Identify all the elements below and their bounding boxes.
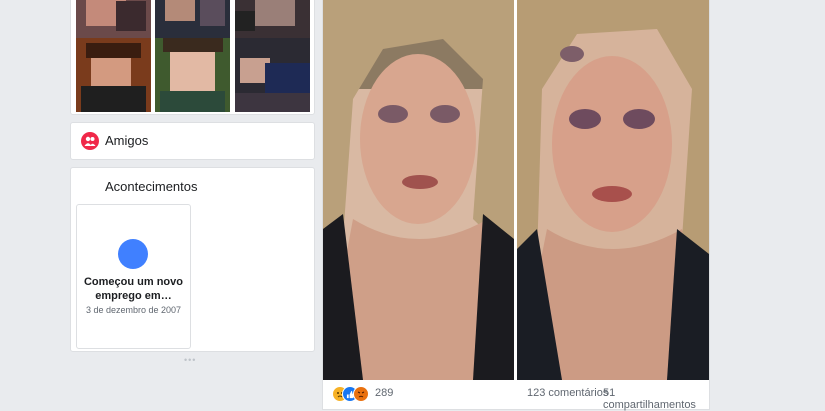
event-title[interactable]: Começou um novo emprego em… — [81, 275, 186, 303]
photo-thumbnail[interactable] — [76, 38, 151, 112]
post-photo[interactable] — [517, 0, 709, 380]
friends-card[interactable]: Amigos — [70, 122, 315, 160]
events-title[interactable]: Acontecimentos — [105, 179, 198, 194]
angry-reaction-icon — [353, 386, 369, 402]
photo-thumbnail[interactable] — [235, 38, 310, 112]
friends-icon — [81, 132, 99, 150]
photos-card — [70, 0, 315, 115]
event-date: 3 de dezembro de 2007 — [85, 305, 182, 315]
reaction-icons[interactable] — [332, 386, 374, 402]
post-card — [322, 0, 710, 410]
event-icon — [118, 239, 148, 269]
event-tile[interactable]: Começou um novo emprego em… 3 de dezembr… — [76, 204, 191, 349]
shares-count[interactable]: 51 compartilhamentos — [603, 387, 709, 411]
more-dots-icon: ••• — [184, 355, 197, 365]
friends-label[interactable]: Amigos — [105, 133, 148, 148]
photo-thumbnail[interactable] — [155, 38, 230, 112]
reaction-count[interactable]: 289 — [375, 387, 393, 399]
comments-count[interactable]: 123 comentários — [527, 387, 608, 399]
post-photo[interactable] — [323, 0, 514, 380]
reactions-bar: 289 123 comentários 51 compartilhamentos — [322, 383, 710, 411]
events-card: Acontecimentos Começou um novo emprego e… — [70, 167, 315, 352]
